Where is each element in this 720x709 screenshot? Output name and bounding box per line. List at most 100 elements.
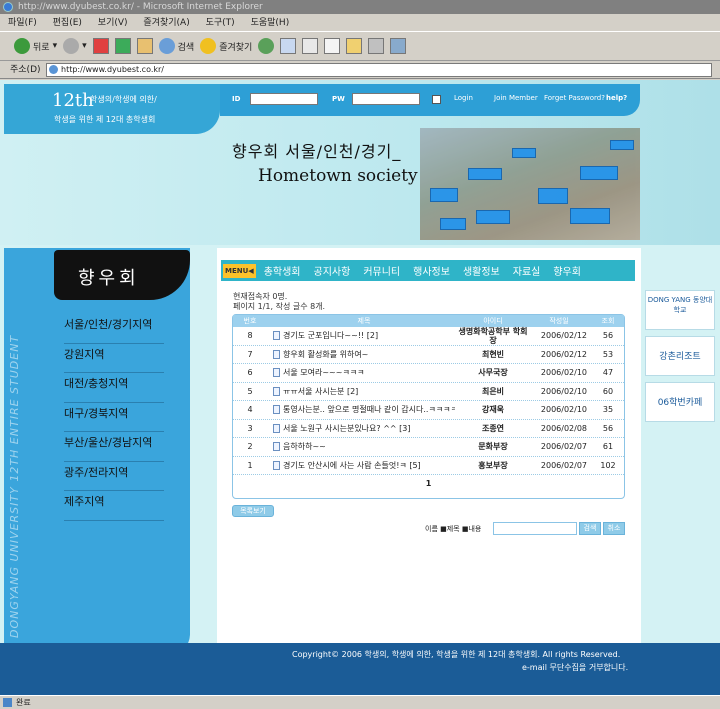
region-item-seoul[interactable]: 서울/인천/경기지역 [64,314,164,344]
row-title: 향우회 활성화를 위하여~ [283,349,369,359]
folder-icon[interactable] [346,38,363,54]
favorites-button[interactable]: 즐겨찾기 [200,38,252,54]
status-page-icon [3,698,12,707]
document-icon [273,460,280,470]
site-logo[interactable]: 12th 학생의/학생에 의한/ 학생을 위한 제 12대 총학생회 [4,84,220,134]
back-button[interactable]: 뒤로 ▾ [14,38,57,54]
search-button[interactable]: 검색 [158,38,194,54]
banner-gangchon[interactable]: 강촌리조트 [645,336,715,376]
row-title-link[interactable]: ㅠㅠ서울 사시는분 [2] [267,386,455,397]
page-icon [49,65,58,74]
row-author: 최은비 [481,386,505,396]
row-views: 47 [602,368,614,378]
logo-number: 12th [52,90,94,111]
row-views: 60 [602,386,614,396]
pw-input[interactable] [352,93,420,105]
banner-class06[interactable]: 06학번카페 [645,382,715,422]
search-button[interactable]: 검색 [579,522,601,535]
pagination[interactable]: 1 [233,479,624,488]
nav-community[interactable]: 커뮤니티 [363,263,400,278]
table-row[interactable]: 6 서울 모여라~~~ㅋㅋㅋ 사무국장 2006/02/10 47 [233,364,624,383]
document-icon [273,423,280,433]
row-title-link[interactable]: 경기도 군포입니다~~!! [2] [267,330,455,341]
table-row[interactable]: 5 ㅠㅠ서울 사시는분 [2] 최은비 2006/02/10 60 [233,383,624,401]
region-item-busan[interactable]: 부산/울산/경남지역 [64,432,164,462]
site-header: 12th 학생의/학생에 의한/ 학생을 위한 제 12대 총학생회 ID PW… [0,80,720,245]
region-item-daegu[interactable]: 대구/경북지역 [64,403,164,432]
window-title: http://www.dyubest.co.kr/ - Microsoft In… [18,2,263,12]
region-item-gangwon[interactable]: 강원지역 [64,344,164,373]
menu-file[interactable]: 파일(F) [8,18,37,28]
id-input[interactable] [250,93,318,105]
nav-archive[interactable]: 자료실 [513,263,541,278]
col-title: 제목 [357,317,371,325]
nav-life-info[interactable]: 생활정보 [463,263,500,278]
table-row[interactable]: 8 경기도 군포입니다~~!! [2] 생명화학공학부 학회장 2006/02/12 5… [233,327,624,346]
region-item-gwangju[interactable]: 광주/전라지역 [64,462,164,491]
mail-icon[interactable] [280,38,297,54]
table-row[interactable]: 2 음하하하~~ 문화부장 2006/02/07 61 [233,438,624,457]
search-options[interactable]: 이름 ■제목 ■내용 [425,524,481,534]
stop-icon[interactable] [92,38,109,54]
menu-view[interactable]: 보기(V) [98,18,128,28]
row-title-link[interactable]: 통영사는분.. 앞으로 명절때나 같이 갑시다..ㅋㅋㅋㅋ [2] [267,404,455,415]
menu-tools[interactable]: 도구(T) [206,18,235,28]
menu-favorites[interactable]: 즐겨찾기(A) [143,18,189,28]
search-input[interactable] [493,522,577,535]
row-date: 2006/02/12 [540,349,587,359]
row-title-link[interactable]: 음하하하~~ [267,441,455,452]
help-link[interactable]: help? [606,94,627,102]
heading-english: Hometown society [258,166,418,186]
table-row[interactable]: 7 향우회 활성화를 위하여~ 최현빈 2006/02/12 53 [233,346,624,364]
print-icon[interactable] [302,38,319,54]
row-author: 최현빈 [481,349,505,359]
row-author: 강재욱 [481,405,505,415]
row-title: 서울 노원구 사시는분있나요? ^^ [3] [283,423,411,433]
row-number: 5 [247,386,253,396]
cancel-button[interactable]: 취소 [603,522,625,535]
row-title-link[interactable]: 서울 노원구 사시는분있나요? ^^ [3] [267,423,455,434]
table-row[interactable]: 3 서울 노원구 사시는분있나요? ^^ [3] 조종연 2006/02/08 56 [233,420,624,438]
ie-icon [3,2,13,12]
row-title-link[interactable]: 서울 모여라~~~ㅋㅋㅋ [267,367,455,378]
home-icon[interactable] [136,38,153,54]
list-button[interactable]: 목록보기 [232,505,274,517]
table-row[interactable]: 4 통영사는분.. 앞으로 명절때나 같이 갑시다..ㅋㅋㅋㅋ [2] 강재욱 200… [233,401,624,420]
row-views: 61 [602,442,614,452]
nav-hometown[interactable]: 향우회 [553,263,581,278]
join-link[interactable]: Join Member [494,94,538,102]
region-item-jeju[interactable]: 제주지역 [64,491,164,521]
address-label: 주소(D) [10,65,41,75]
board-table: 번호 제목 아이디 작성일 조회 8 경기도 군포입니다~~!! [2] 생명화학공… [232,314,625,499]
row-title-link[interactable]: 경기도 안산시에 사는 사람 손들엇!ㅋ [5] [267,460,455,471]
row-author: 조종연 [481,423,505,433]
col-no: 번호 [243,317,257,325]
region-menu: 서울/인천/경기지역 강원지역 대전/충청지역 대구/경북지역 부산/울산/경남… [64,314,164,521]
row-title-link[interactable]: 향우회 활성화를 위하여~ [267,349,455,360]
messenger-icon[interactable] [390,38,407,54]
address-bar: 주소(D) http://www.dyubest.co.kr/ [0,61,720,79]
region-item-daejeon[interactable]: 대전/충청지역 [64,373,164,403]
menu-tag: MENU◀ [223,263,256,278]
board-stats: 현재접속자 0명. 페이지 1/1, 작성 글수 8개. [233,292,325,312]
tools-icon[interactable] [368,38,385,54]
login-button[interactable]: Login [454,94,473,102]
history-icon[interactable] [258,38,275,54]
login-bar: ID PW Login Join Member Forget Password?… [220,84,640,116]
refresh-icon[interactable] [114,38,131,54]
word-icon[interactable] [324,38,341,54]
menu-edit[interactable]: 편집(E) [53,18,82,28]
banner-dongyang[interactable]: DONG YANG 동양대학교 [645,290,715,330]
table-row[interactable]: 1 경기도 안산시에 사는 사람 손들엇!ㅋ [5] 홍보부장 2006/02/07 1… [233,457,624,475]
nav-notice[interactable]: 공지사항 [314,263,351,278]
email-notice: e-mail 무단수집을 거부합니다. [522,663,629,672]
nav-student-council[interactable]: 총학생회 [264,263,301,278]
nav-events[interactable]: 행사정보 [413,263,450,278]
document-icon [273,442,280,452]
forward-button[interactable]: ▾ [63,38,87,54]
remember-checkbox[interactable] [432,95,441,104]
menu-help[interactable]: 도움말(H) [251,18,290,28]
address-input[interactable]: http://www.dyubest.co.kr/ [46,63,712,77]
forgot-link[interactable]: Forget Password? [544,94,605,102]
document-icon [273,331,280,341]
